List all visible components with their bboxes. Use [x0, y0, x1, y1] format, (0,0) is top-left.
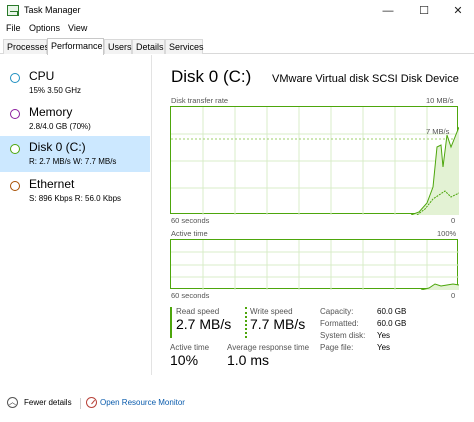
tab-details[interactable]: Details: [132, 39, 165, 54]
active-time-label: Active time: [170, 343, 210, 352]
tab-users[interactable]: Users: [104, 39, 132, 54]
open-resource-monitor-link[interactable]: Open Resource Monitor: [100, 398, 185, 407]
property-key: Page file:: [320, 343, 354, 352]
avg-response-label: Average response time: [227, 343, 310, 352]
property-value: Yes: [377, 331, 391, 340]
footer-divider: [80, 398, 81, 409]
menu-file[interactable]: File: [6, 23, 21, 33]
avg-response-value: 1.0 ms: [227, 352, 270, 368]
window-title: Task Manager: [24, 5, 81, 15]
tab-performance[interactable]: Performance: [47, 38, 104, 55]
menu-view[interactable]: View: [68, 23, 87, 33]
read-speed-value: 2.7 MB/s: [176, 316, 232, 332]
page-title: Disk 0 (C:): [171, 67, 252, 86]
sidebar-item-subtitle: 15% 3.50 GHz: [29, 86, 82, 95]
active-time-graph: [170, 239, 459, 290]
property-value: Yes: [377, 343, 391, 352]
active-time-value: 10%: [170, 352, 199, 368]
resource-monitor-icon[interactable]: [86, 397, 97, 408]
disk-indicator-icon: [10, 144, 20, 154]
transfer-rate-timespan: 60 seconds: [171, 216, 210, 225]
sidebar-item-title: Disk 0 (C:): [29, 140, 86, 154]
sidebar-item-memory[interactable]: Memory 2.8/4.0 GB (70%): [0, 101, 150, 137]
transfer-rate-graph: [170, 106, 459, 215]
maximize-button[interactable]: ☐: [406, 0, 442, 22]
sidebar-item-subtitle: S: 896 Kbps R: 56.0 Kbps: [29, 194, 122, 203]
transfer-rate-plot: [171, 107, 459, 215]
active-time-plot: [171, 240, 459, 290]
task-manager-icon: [7, 5, 19, 16]
sidebar-item-cpu[interactable]: CPU 15% 3.50 GHz: [0, 65, 150, 101]
property-key: System disk:: [320, 331, 366, 340]
sidebar-item-title: Memory: [29, 105, 73, 119]
sidebar-item-ethernet[interactable]: Ethernet S: 896 Kbps R: 56.0 Kbps: [0, 173, 150, 209]
transfer-rate-min: 0: [451, 216, 456, 225]
active-time-min: 0: [451, 291, 456, 300]
tab-bar: Processes Performance Users Details Serv…: [0, 38, 474, 55]
menu-options[interactable]: Options: [29, 23, 60, 33]
property-key: Capacity:: [320, 307, 354, 316]
resource-sidebar: CPU 15% 3.50 GHz Memory 2.8/4.0 GB (70%)…: [0, 55, 152, 375]
sidebar-item-disk[interactable]: Disk 0 (C:) R: 2.7 MB/s W: 7.7 MB/s: [0, 136, 150, 172]
active-time-stat: Active time 10%: [170, 343, 209, 368]
tab-processes[interactable]: Processes: [3, 39, 49, 54]
transfer-rate-max: 10 MB/s: [426, 96, 454, 105]
property-value: 60.0 GB: [377, 307, 407, 316]
sidebar-item-subtitle: 2.8/4.0 GB (70%): [29, 122, 91, 131]
ethernet-indicator-icon: [10, 181, 20, 191]
property-value: 60.0 GB: [377, 319, 407, 328]
close-button[interactable]: ✕: [440, 0, 474, 22]
cpu-indicator-icon: [10, 73, 20, 83]
sidebar-item-title: Ethernet: [29, 177, 75, 191]
active-time-timespan: 60 seconds: [171, 291, 210, 300]
transfer-rate-label: Disk transfer rate: [171, 96, 229, 105]
write-speed-marker: [245, 307, 247, 338]
write-speed-value: 7.7 MB/s: [250, 316, 306, 332]
avg-response-stat: Average response time 1.0 ms: [227, 343, 309, 368]
fewer-details-link[interactable]: Fewer details: [24, 398, 72, 407]
active-time-graph-label: Active time: [171, 229, 208, 238]
chevron-up-icon[interactable]: ︿: [7, 397, 18, 408]
memory-indicator-icon: [10, 109, 20, 119]
footer: ︿ Fewer details Open Resource Monitor: [0, 394, 474, 414]
sidebar-item-title: CPU: [29, 69, 55, 83]
property-key: Formatted:: [320, 319, 359, 328]
write-speed-stat: Write speed 7.7 MB/s: [250, 307, 305, 332]
sidebar-item-subtitle: R: 2.7 MB/s W: 7.7 MB/s: [29, 157, 117, 166]
transfer-rate-marker: 7 MB/s: [426, 127, 450, 136]
read-speed-stat: Read speed 2.7 MB/s: [176, 307, 231, 332]
active-time-max: 100%: [437, 229, 457, 238]
title-bar: Task Manager — ☐ ✕: [0, 0, 474, 22]
menu-bar: File Options View: [0, 22, 474, 36]
read-speed-label: Read speed: [176, 307, 220, 316]
read-speed-marker: [170, 307, 172, 338]
write-speed-label: Write speed: [250, 307, 293, 316]
device-name: VMware Virtual disk SCSI Disk Device: [272, 73, 459, 85]
minimize-button[interactable]: —: [370, 0, 406, 22]
tab-services[interactable]: Services: [165, 39, 204, 54]
